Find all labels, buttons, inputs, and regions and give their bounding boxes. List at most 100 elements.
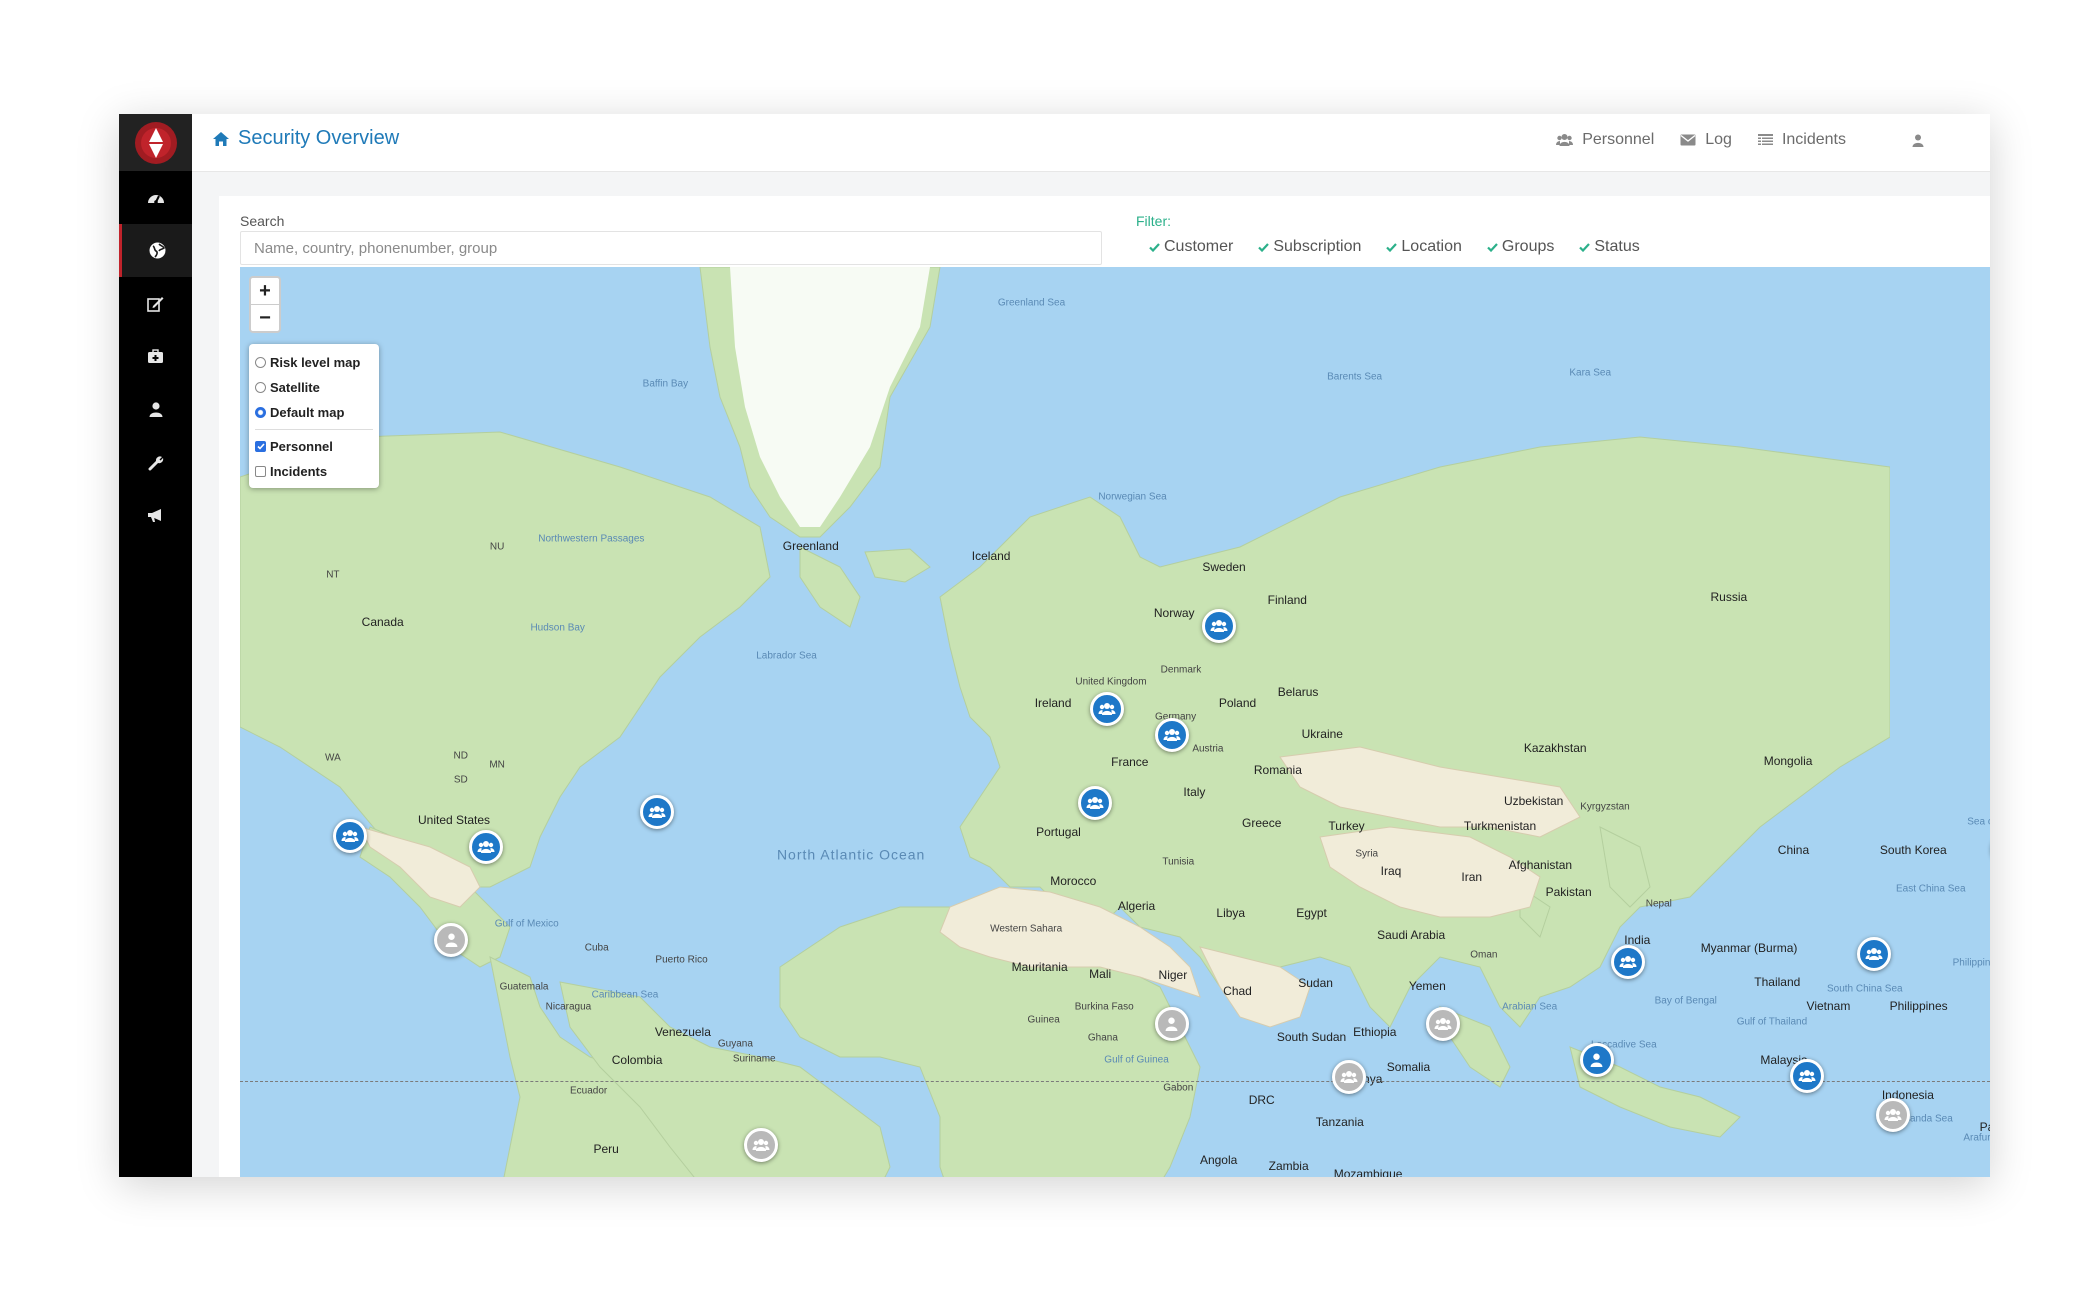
map-label: Iceland — [971, 549, 1011, 564]
sidebar-item-map[interactable] — [119, 224, 192, 277]
nav-personnel[interactable]: Personnel — [1556, 131, 1654, 149]
nav-personnel-label: Personnel — [1582, 131, 1655, 148]
overlay-option-personnel[interactable]: Personnel — [255, 434, 379, 459]
map-label: Cuba — [584, 942, 609, 954]
wrench-icon — [148, 455, 163, 470]
map-label: South Sudan — [1276, 1030, 1347, 1044]
inactive-marker[interactable] — [434, 923, 469, 958]
personnel-marker[interactable] — [1857, 936, 1892, 971]
app-logo[interactable] — [119, 114, 192, 171]
map-label: United States — [418, 813, 491, 828]
shield-logo-icon — [134, 121, 177, 164]
world-map[interactable]: Greenland Sea Baffin Bay Barents Sea Kara S… — [240, 267, 1990, 1177]
inactive-marker[interactable] — [743, 1127, 778, 1162]
top-nav: Personnel Log Incidents — [1556, 131, 1924, 149]
radio-button[interactable] — [255, 357, 266, 368]
app-window: Security Overview Personnel Log Incident… — [119, 114, 1990, 1177]
filter-subscription[interactable]: Subscription — [1258, 238, 1361, 256]
personnel-marker[interactable] — [1579, 1042, 1614, 1077]
map-label: China — [1777, 842, 1810, 857]
map-label: Kyrgyzstan — [1580, 801, 1630, 813]
personnel-marker[interactable] — [1789, 1059, 1824, 1094]
equator-line — [240, 1081, 1990, 1083]
filter-status[interactable]: Status — [1579, 238, 1640, 256]
map-label: Greece — [1242, 815, 1282, 830]
layer-option-risk-level[interactable]: Risk level map — [255, 350, 379, 375]
group-icon — [1210, 620, 1228, 633]
map-label: Egypt — [1296, 906, 1327, 921]
envelope-icon — [1680, 134, 1696, 146]
layer-option-default-map[interactable]: Default map — [255, 400, 379, 425]
nav-log[interactable]: Log — [1680, 131, 1732, 149]
page-title[interactable]: Security Overview — [212, 127, 399, 150]
personnel-marker[interactable] — [1201, 609, 1236, 644]
checkbox[interactable] — [255, 466, 266, 477]
map-label: Norwegian Sea — [1098, 491, 1167, 503]
filter-groups[interactable]: Groups — [1487, 238, 1554, 256]
group-icon — [1619, 955, 1637, 968]
map-label: Denmark — [1160, 664, 1202, 675]
map-label: Nepal — [1645, 898, 1672, 910]
map-label: Libya — [1216, 906, 1246, 921]
filter-customer[interactable]: Customer — [1149, 238, 1233, 256]
zoom-in-button[interactable]: + — [251, 278, 279, 304]
search-input[interactable] — [240, 231, 1102, 265]
sidebar-item-alerts[interactable] — [119, 489, 192, 542]
map-label: Austria — [1192, 743, 1224, 755]
map-label: East China Sea — [1896, 883, 1966, 895]
map-label: Poland — [1218, 696, 1257, 711]
map-label: Colombia — [611, 1052, 663, 1067]
sidebar-item-medkit[interactable] — [119, 330, 192, 383]
group-icon — [477, 841, 495, 854]
map-label: ND — [453, 750, 468, 762]
sidebar-item-settings[interactable] — [119, 436, 192, 489]
dashboard-icon — [147, 194, 164, 204]
group-icon — [341, 830, 359, 843]
personnel-marker[interactable] — [1154, 718, 1189, 753]
map-label: Oman — [1470, 949, 1498, 961]
map-label: Sea of Japan — [1967, 816, 1990, 828]
layer-option-satellite[interactable]: Satellite — [255, 375, 379, 400]
map-label: Thailand — [1754, 974, 1801, 989]
map-label: Sudan — [1298, 976, 1333, 991]
personnel-marker[interactable] — [1089, 691, 1124, 726]
nav-incidents-label: Incidents — [1781, 131, 1846, 148]
map-label: Finland — [1267, 592, 1307, 607]
radio-button-selected[interactable] — [255, 407, 266, 418]
map-label: Gulf of Mexico — [494, 918, 559, 930]
overlay-option-incidents[interactable]: Incidents — [255, 459, 379, 484]
zoom-out-button[interactable]: − — [251, 304, 279, 331]
user-menu[interactable] — [1912, 134, 1924, 147]
personnel-marker[interactable] — [1610, 944, 1645, 979]
bullhorn-icon — [148, 509, 161, 522]
map-label: Algeria — [1117, 899, 1156, 914]
map-label: Ukraine — [1301, 727, 1343, 742]
inactive-marker[interactable] — [1426, 1006, 1461, 1041]
nav-incidents[interactable]: Incidents — [1757, 131, 1846, 149]
map-label: Guyana — [717, 1038, 753, 1050]
map-label: Pakistan — [1545, 884, 1592, 899]
map-label: Sweden — [1202, 560, 1246, 575]
sidebar — [119, 114, 192, 1177]
sidebar-item-edit[interactable] — [119, 277, 192, 330]
map-label: Hudson Bay — [530, 622, 585, 634]
filter-status-label: Status — [1594, 238, 1640, 255]
personnel-marker[interactable] — [1077, 785, 1112, 820]
radio-button[interactable] — [255, 382, 266, 393]
personnel-marker[interactable] — [333, 819, 368, 854]
group-icon — [1434, 1017, 1452, 1030]
inactive-marker[interactable] — [1154, 1006, 1189, 1041]
personnel-marker[interactable] — [469, 830, 504, 865]
inactive-marker[interactable] — [1876, 1098, 1911, 1133]
medkit-icon — [148, 349, 163, 363]
user-icon — [1912, 134, 1924, 147]
sidebar-item-users[interactable] — [119, 383, 192, 436]
map-label: MN — [489, 759, 505, 771]
personnel-marker[interactable] — [640, 795, 675, 830]
inactive-marker[interactable] — [1332, 1060, 1367, 1095]
filter-location[interactable]: Location — [1386, 238, 1462, 256]
map-label: Guinea — [1027, 1014, 1060, 1025]
checkbox-checked[interactable] — [255, 441, 266, 452]
map-label: Barents Sea — [1327, 371, 1383, 383]
sidebar-item-dashboard[interactable] — [119, 171, 192, 224]
